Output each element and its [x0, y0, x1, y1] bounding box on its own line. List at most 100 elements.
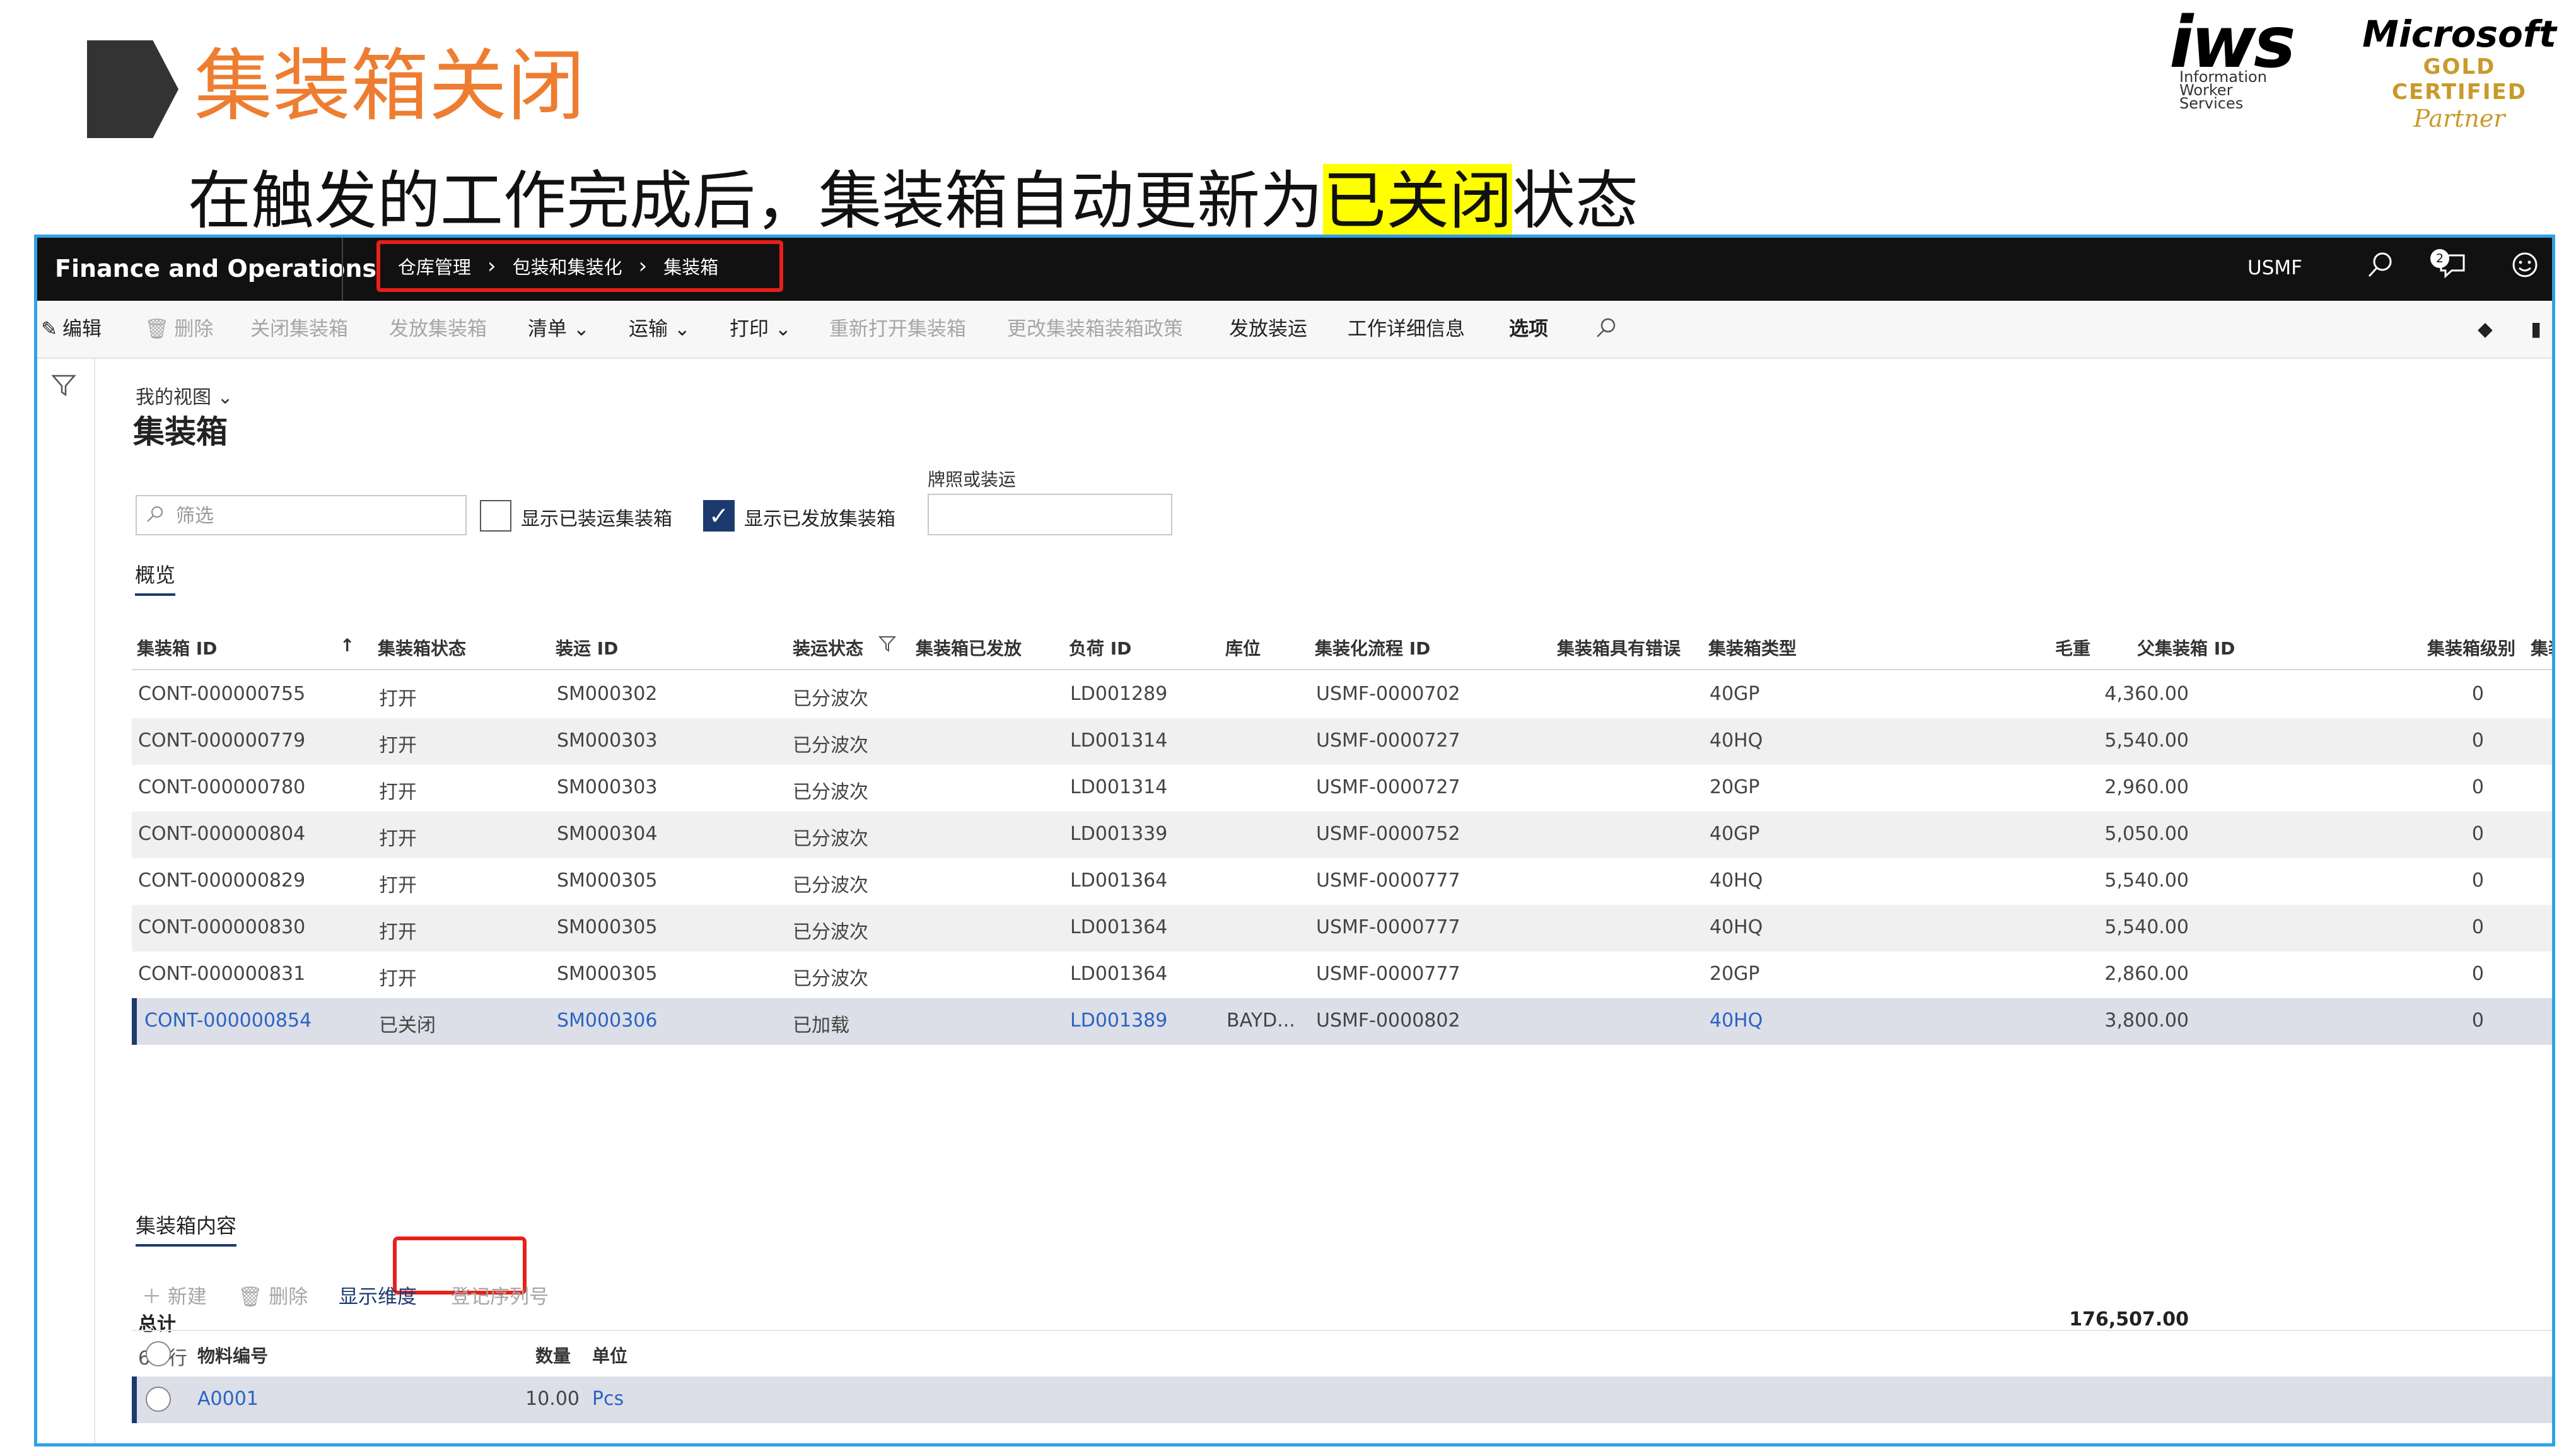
- delete-line-button[interactable]: 🗑 删除: [238, 1281, 308, 1309]
- tab-container-contents[interactable]: 集装箱内容: [136, 1210, 237, 1247]
- load-id-cell: LD001364: [1070, 916, 1168, 938]
- col-container-id[interactable]: 集装箱 ID: [137, 635, 217, 660]
- my-view-selector[interactable]: 我的视图 ⌄: [136, 381, 233, 409]
- table-row[interactable]: CONT-000000755 打开 SM000302 已分波次 LD001289 USMF…: [132, 672, 2552, 718]
- slide-subtitle: 在触发的工作完成后，集装箱自动更新为已关闭状态: [188, 160, 1638, 242]
- close-container-button[interactable]: 关闭集装箱: [250, 317, 348, 342]
- col-load-id[interactable]: 负荷 ID: [1069, 635, 1131, 660]
- col-shipment-status[interactable]: 装运状态: [793, 635, 863, 660]
- shipment-status-cell: 已分波次: [793, 921, 868, 943]
- search-icon[interactable]: [2361, 250, 2399, 288]
- filter-icon[interactable]: [51, 373, 76, 404]
- container-level-cell: 0: [2471, 683, 2484, 705]
- register-serials-button[interactable]: 登记序列号: [451, 1281, 549, 1309]
- subtitle-text-before: 在触发的工作完成后，集装箱自动更新为: [188, 164, 1323, 238]
- show-dimensions-button[interactable]: 显示维度: [339, 1281, 417, 1309]
- table-row[interactable]: CONT-000000831 打开 SM000305 已分波次 LD001364 USMF…: [132, 951, 2552, 998]
- process-id-cell: USMF-0000777: [1316, 870, 1460, 892]
- work-details-button[interactable]: 工作详细信息: [1348, 317, 1465, 342]
- show-shipped-checkbox[interactable]: [480, 500, 511, 532]
- breadcrumb-item-warehouse[interactable]: 仓库管理: [398, 253, 471, 279]
- reopen-container-button[interactable]: 重新打开集装箱: [829, 317, 966, 342]
- contents-row[interactable]: A0001 10.00 Pcs: [132, 1376, 2552, 1423]
- table-row[interactable]: CONT-000000779 打开 SM000303 已分波次 LD001314 USMF…: [132, 718, 2552, 765]
- microsoft-logo-text: Microsoft: [2362, 13, 2556, 55]
- row-selected-indicator: [132, 998, 137, 1045]
- table-row[interactable]: CONT-000000829 打开 SM000305 已分波次 LD001364 USMF…: [132, 858, 2552, 905]
- gross-weight-cell: 5,540.00: [2104, 730, 2189, 752]
- title-marker: [87, 40, 178, 138]
- col-unit[interactable]: 单位: [592, 1342, 627, 1368]
- filter-input-box[interactable]: [136, 495, 467, 535]
- col-container-released[interactable]: 集装箱已发放: [916, 635, 1022, 660]
- col-item-number[interactable]: 物料编号: [197, 1342, 268, 1368]
- select-all-radio[interactable]: [146, 1341, 171, 1366]
- tab-overview[interactable]: 概览: [135, 559, 176, 596]
- col-container-level[interactable]: 集装箱级别: [2427, 635, 2515, 660]
- container-id-cell[interactable]: CONT-000000854: [144, 1010, 312, 1032]
- change-packing-policy-button[interactable]: 更改集装箱装箱政策: [1007, 317, 1183, 342]
- edit-button[interactable]: ✎ 编辑: [41, 317, 102, 342]
- load-id-cell: LD001289: [1070, 683, 1168, 705]
- chevron-right-icon: ›: [638, 253, 648, 279]
- process-id-cell: USMF-0000727: [1316, 730, 1460, 752]
- company-picker[interactable]: USMF: [2247, 257, 2302, 279]
- office-open-icon[interactable]: ▮: [2531, 317, 2541, 342]
- smiley-feedback-icon[interactable]: [2506, 250, 2544, 288]
- col-container-truncated[interactable]: 集装箱: [2531, 635, 2552, 660]
- show-released-checkbox[interactable]: ✓: [703, 500, 735, 532]
- shipment-status-cell: 已分波次: [793, 781, 868, 803]
- options-tab[interactable]: 选项: [1509, 317, 1548, 342]
- shipment-id-cell: SM000303: [557, 776, 658, 798]
- table-row[interactable]: CONT-000000780 打开 SM000303 已分波次 LD001314 USMF…: [132, 765, 2552, 812]
- plate-or-shipment-input[interactable]: [928, 494, 1172, 535]
- delete-button[interactable]: 🗑 删除: [144, 317, 213, 342]
- container-id-cell: CONT-000000755: [138, 683, 306, 705]
- trash-icon: 🗑: [238, 1286, 263, 1308]
- process-id-cell: USMF-0000752: [1316, 823, 1460, 845]
- container-status-cell: 打开: [379, 781, 417, 803]
- load-id-cell[interactable]: LD001389: [1070, 1010, 1167, 1032]
- shipment-status-cell: 已分波次: [793, 875, 868, 897]
- col-containerization-process-id[interactable]: 集装化流程 ID: [1315, 635, 1430, 660]
- container-type-cell[interactable]: 40HQ: [1710, 1010, 1763, 1032]
- checkmark-icon: ✓: [709, 502, 729, 530]
- shipment-id-cell[interactable]: SM000306: [557, 1010, 657, 1032]
- transport-menu[interactable]: 运输 ⌄: [629, 317, 691, 342]
- print-menu[interactable]: 打印 ⌄: [730, 317, 791, 342]
- table-row[interactable]: CONT-000000804 打开 SM000304 已分波次 LD001339 USMF…: [132, 812, 2552, 858]
- unit-link[interactable]: Pcs: [592, 1388, 624, 1410]
- column-filter-icon[interactable]: [878, 635, 897, 657]
- load-id-cell: LD001314: [1070, 730, 1168, 752]
- chevron-down-icon: ⌄: [217, 387, 233, 409]
- item-number-link[interactable]: A0001: [197, 1388, 259, 1410]
- table-row[interactable]: CONT-000000854 已关闭 SM000306 已加载 LD001389 BAYD…: [132, 998, 2552, 1045]
- new-line-button[interactable]: ＋ 新建: [142, 1281, 207, 1309]
- col-gross-weight[interactable]: 毛重: [2055, 635, 2090, 660]
- col-location[interactable]: 库位: [1225, 635, 1261, 660]
- col-container-type[interactable]: 集装箱类型: [1708, 635, 1797, 660]
- col-quantity[interactable]: 数量: [535, 1342, 571, 1368]
- personalize-icon[interactable]: ◆: [2478, 317, 2493, 342]
- list-menu[interactable]: 清单 ⌄: [528, 317, 590, 342]
- col-container-has-errors[interactable]: 集装箱具有错误: [1557, 635, 1681, 660]
- container-status-cell: 打开: [379, 688, 417, 710]
- col-shipment-id[interactable]: 装运 ID: [556, 635, 618, 660]
- release-shipment-button[interactable]: 发放装运: [1229, 317, 1307, 342]
- filter-pane-strip: [37, 359, 95, 1443]
- delete-line-label: 删除: [269, 1286, 308, 1308]
- shipment-id-cell: SM000305: [557, 870, 658, 892]
- my-view-label: 我的视图: [136, 387, 211, 409]
- release-container-button[interactable]: 发放集装箱: [389, 317, 487, 342]
- action-search-icon[interactable]: [1595, 317, 1617, 346]
- breadcrumb-item-containers[interactable]: 集装箱: [663, 253, 718, 279]
- col-parent-container-id[interactable]: 父集装箱 ID: [2137, 635, 2235, 660]
- sort-arrow-icon: ↑: [340, 635, 355, 656]
- table-row[interactable]: CONT-000000830 打开 SM000305 已分波次 LD001364 USMF…: [132, 905, 2552, 951]
- filter-input[interactable]: [175, 501, 455, 530]
- container-id-cell: CONT-000000831: [138, 963, 306, 985]
- app-name[interactable]: Finance and Operations: [55, 253, 376, 284]
- row-select-radio[interactable]: [146, 1387, 171, 1412]
- breadcrumb-item-packing[interactable]: 包装和集装化: [513, 253, 622, 279]
- col-container-status[interactable]: 集装箱状态: [378, 635, 466, 660]
